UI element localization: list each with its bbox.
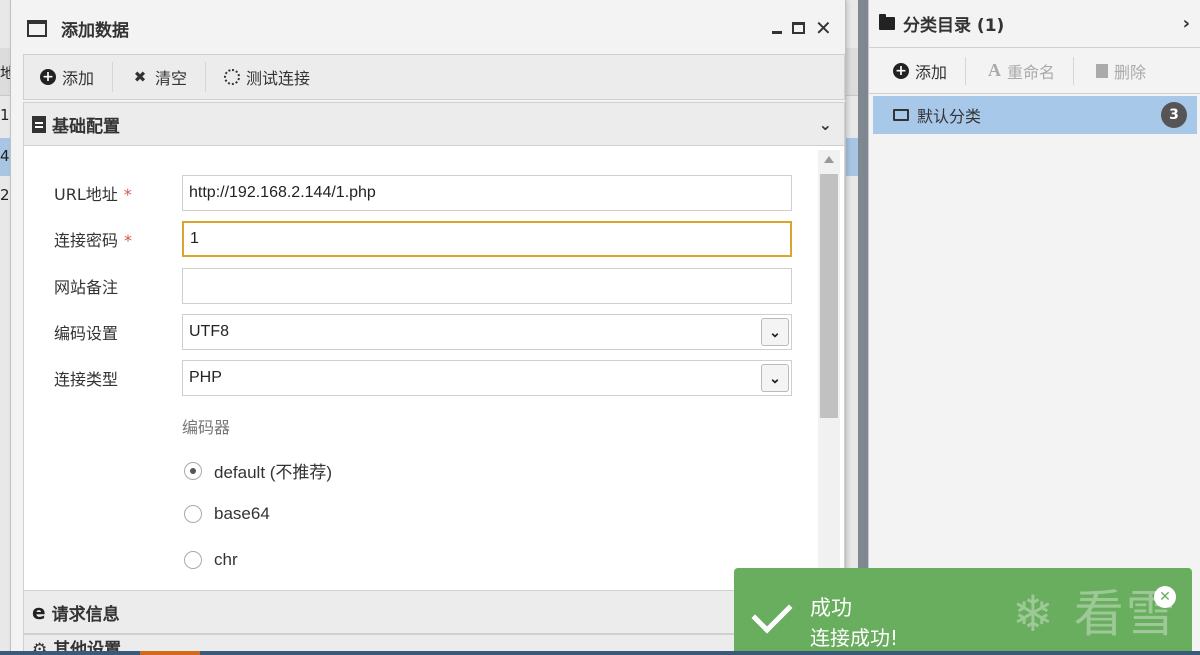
section-basic-config[interactable]: 基础配置 ⌄ [23, 102, 845, 146]
background-row-digit: 1 [0, 106, 10, 124]
category-delete-button[interactable]: 删除 [1096, 57, 1164, 85]
encoder-radio-base64[interactable]: base64 [184, 504, 270, 524]
add-data-dialog: 添加数据 ✕ + 添加 ✖ 清空 测试连接 基础配置 ⌄ URL地址 * http… [10, 0, 846, 655]
radio-button[interactable] [184, 461, 202, 480]
category-item-label: 默认分类 [917, 107, 982, 126]
scrollbar-thumb[interactable] [820, 174, 838, 418]
encoder-radio-label: base64 [214, 504, 270, 523]
encoding-label: 编码设置 [54, 324, 119, 343]
section-request-info[interactable]: e 请求信息 [23, 590, 845, 634]
font-a-icon: A [988, 60, 1002, 80]
category-panel-title: 分类目录 (1) [903, 16, 1005, 36]
category-add-label: 添加 [915, 62, 948, 82]
window-controls: ✕ [772, 16, 832, 40]
background-row-digit: 2 [0, 186, 10, 204]
note-input[interactable] [182, 268, 792, 304]
required-mark: * [123, 185, 132, 204]
chevron-right-icon[interactable]: › [1183, 13, 1190, 34]
encoding-select-value: UTF8 [189, 323, 229, 340]
toast-title: 成功 [810, 596, 852, 620]
category-item-default[interactable]: 默认分类 3 [873, 96, 1197, 134]
close-button[interactable]: ✕ [815, 16, 832, 40]
password-label-text: 连接密码 [54, 231, 119, 250]
folder-outline-icon [893, 109, 909, 121]
folder-icon [879, 14, 895, 30]
note-row: 网站备注 [24, 267, 814, 305]
test-connection-button[interactable]: 测试连接 [224, 62, 328, 92]
spinner-icon [224, 69, 241, 85]
background-header-fragment: 地 [0, 64, 10, 82]
encoder-radio-chr[interactable]: chr [184, 550, 238, 570]
success-toast: ❄ 看雪 成功 连接成功! ✕ [734, 568, 1192, 655]
background-row-digit: 4 [0, 147, 10, 165]
radio-button[interactable] [184, 551, 202, 569]
url-label-text: URL地址 [54, 185, 118, 204]
taskbar-strip [0, 651, 1200, 655]
type-select[interactable]: PHP ⌄ [182, 360, 792, 396]
encoder-radio-label: default (不推荐) [214, 463, 333, 482]
url-label: URL地址 * [54, 181, 132, 205]
browser-e-icon: e [32, 600, 46, 624]
category-rename-button[interactable]: A 重命名 [988, 56, 1075, 85]
category-add-button[interactable]: + 添加 [893, 56, 967, 85]
close-icon[interactable]: ✕ [1154, 586, 1176, 608]
minimize-button[interactable] [772, 22, 782, 34]
password-input[interactable]: 1 [182, 221, 792, 257]
chevron-down-icon[interactable]: ⌄ [761, 364, 789, 392]
taskbar-accent [140, 651, 200, 655]
document-icon [32, 115, 46, 133]
add-button[interactable]: + 添加 [40, 62, 114, 92]
category-panel-header: 分类目录 (1) › [869, 0, 1200, 48]
radio-button[interactable] [184, 505, 202, 523]
watermark-logo: ❄ 看雪 [1012, 585, 1178, 643]
required-mark: * [124, 231, 133, 250]
dialog-toolbar: + 添加 ✖ 清空 测试连接 [23, 54, 845, 100]
test-connection-label: 测试连接 [246, 69, 311, 88]
basic-config-form: URL地址 * http://192.168.2.144/1.php 连接密码 * … [23, 146, 845, 590]
scroll-up-arrow-icon[interactable] [824, 156, 834, 163]
encoding-select[interactable]: UTF8 ⌄ [182, 314, 792, 350]
url-input[interactable]: http://192.168.2.144/1.php [182, 175, 792, 211]
dialog-titlebar[interactable]: 添加数据 ✕ [11, 0, 845, 56]
plus-circle-icon: + [893, 62, 909, 79]
chevron-down-icon[interactable]: ⌄ [819, 115, 832, 134]
background-list-row-fragments: 地 1 4 2 [0, 0, 10, 655]
maximize-button[interactable] [792, 22, 805, 34]
clear-button[interactable]: ✖ 清空 [131, 62, 207, 92]
add-button-label: 添加 [62, 69, 95, 88]
encoder-radio-label: chr [214, 550, 238, 569]
section-basic-title: 基础配置 [52, 116, 120, 137]
note-label: 网站备注 [54, 278, 119, 297]
chevron-down-icon[interactable]: ⌄ [761, 318, 789, 346]
encoding-row: 编码设置 UTF8 ⌄ [24, 313, 814, 351]
password-label: 连接密码 * [54, 227, 132, 251]
type-select-value: PHP [189, 369, 222, 386]
checkmark-icon [751, 592, 793, 634]
category-delete-label: 删除 [1114, 62, 1147, 82]
encoder-radio-default[interactable]: default (不推荐) [184, 458, 332, 483]
password-row: 连接密码 * 1 [24, 220, 814, 258]
category-rename-label: 重命名 [1007, 62, 1056, 82]
encoder-title: 编码器 [182, 418, 231, 437]
category-toolbar: + 添加 A 重命名 删除 [869, 48, 1200, 94]
trash-icon [1096, 63, 1109, 78]
clear-button-label: 清空 [155, 69, 188, 88]
category-panel: 分类目录 (1) › + 添加 A 重命名 删除 默认分类 3 [868, 0, 1200, 655]
url-row: URL地址 * http://192.168.2.144/1.php [24, 174, 814, 212]
x-icon: ✖ [133, 68, 147, 86]
window-icon [27, 19, 47, 37]
toast-message: 连接成功! [810, 626, 899, 650]
dialog-title: 添加数据 [61, 20, 129, 41]
type-row: 连接类型 PHP ⌄ [24, 359, 814, 397]
count-badge: 3 [1161, 102, 1187, 128]
plus-circle-icon: + [40, 69, 56, 85]
type-label: 连接类型 [54, 370, 119, 389]
form-scrollbar[interactable] [818, 150, 840, 590]
section-request-title: 请求信息 [51, 604, 120, 625]
